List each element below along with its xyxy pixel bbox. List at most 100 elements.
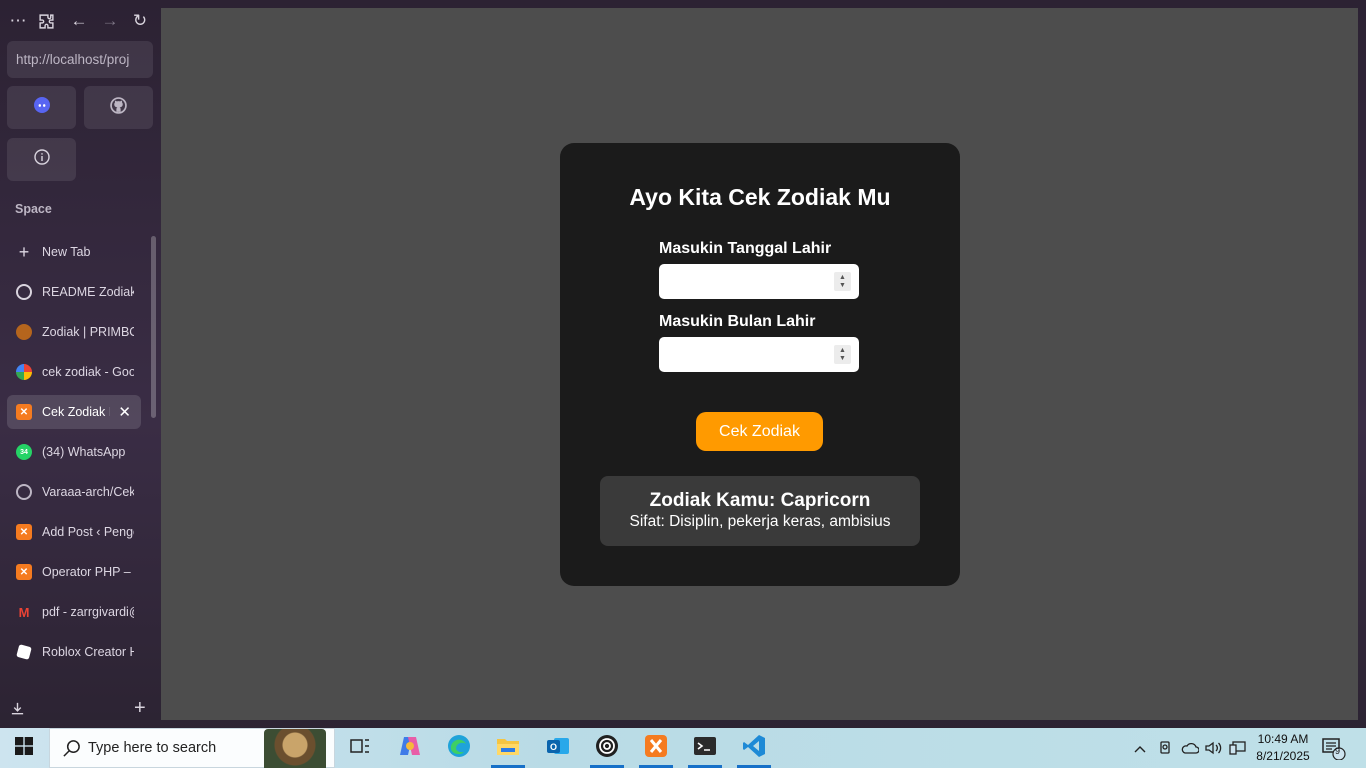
xampp-icon: ✕ xyxy=(16,524,32,540)
download-icon[interactable] xyxy=(10,701,25,721)
tab-title: Add Post ‹ Penge xyxy=(42,525,134,539)
vscode-icon xyxy=(742,734,766,763)
sidebar-scrollbar[interactable] xyxy=(151,236,156,418)
tab-title: Cek Zodiak I xyxy=(42,405,110,419)
task-view-icon xyxy=(350,737,370,760)
onedrive-icon[interactable] xyxy=(1179,728,1201,768)
tab-title: cek zodiak - Goog xyxy=(42,365,134,379)
plus-icon: + xyxy=(18,241,30,262)
openai-icon xyxy=(16,284,32,300)
tab-title: pdf - zarrgivardi@ xyxy=(42,605,134,619)
month-input[interactable]: ▲ ▼ xyxy=(659,337,859,372)
github-icon xyxy=(110,96,127,119)
whatsapp-icon: 34 xyxy=(16,444,32,460)
start-button[interactable] xyxy=(0,728,48,768)
notification-icon xyxy=(1322,738,1346,761)
notification-center-button[interactable]: 9 xyxy=(1322,738,1346,765)
gmail-icon: M xyxy=(18,604,30,620)
extensions-icon[interactable] xyxy=(34,8,58,34)
vscode-button[interactable] xyxy=(733,728,775,768)
info-icon xyxy=(33,149,50,170)
new-tab-button[interactable]: + New Tab xyxy=(7,235,141,269)
terminal-button[interactable] xyxy=(684,728,726,768)
copilot-icon xyxy=(398,735,422,762)
page-title: Ayo Kita Cek Zodiak Mu xyxy=(629,184,891,210)
tab-item[interactable]: Mpdf - zarrgivardi@ xyxy=(7,595,141,629)
pinned-github[interactable] xyxy=(84,86,153,129)
xampp-icon xyxy=(644,734,668,763)
tab-item[interactable]: README Zodiak I xyxy=(7,275,141,309)
page-viewport: Ayo Kita Cek Zodiak Mu Masukin Tanggal L… xyxy=(161,8,1358,720)
month-label: Masukin Bulan Lahir xyxy=(659,313,816,330)
search-icon xyxy=(62,739,81,762)
outlook-icon: O xyxy=(546,735,570,762)
day-label: Masukin Tanggal Lahir xyxy=(659,240,832,257)
roblox-icon xyxy=(16,644,32,660)
tab-title: README Zodiak I xyxy=(42,285,134,299)
zodiac-card: Ayo Kita Cek Zodiak Mu Masukin Tanggal L… xyxy=(560,143,960,586)
tab-item[interactable]: Varaaa-arch/Cek- xyxy=(7,475,141,509)
windows-icon xyxy=(15,736,33,760)
svg-text:O: O xyxy=(550,742,557,752)
browser-toolbar: ⋯ ← → ↻ xyxy=(0,8,161,34)
tab-title: Roblox Creator H xyxy=(42,645,134,659)
search-highlight-image xyxy=(264,729,326,768)
pinned-discord[interactable] xyxy=(7,86,76,129)
clock-time: 10:49 AM xyxy=(1257,732,1309,746)
address-bar[interactable]: http://localhost/proj xyxy=(7,41,153,78)
tab-title: Operator PHP – F xyxy=(42,565,134,579)
volume-icon[interactable] xyxy=(1203,728,1223,768)
outlook-button[interactable]: O xyxy=(537,728,579,768)
obs-button[interactable] xyxy=(586,728,628,768)
tab-item[interactable]: ✕ Operator PHP – F xyxy=(7,555,141,589)
folder-icon xyxy=(496,736,520,761)
result-description: Sifat: Disiplin, pekerja keras, ambisius xyxy=(629,513,891,530)
forward-icon[interactable]: → xyxy=(98,8,122,34)
tab-title: Zodiak | PRIMBON xyxy=(42,325,134,339)
new-tab-label: New Tab xyxy=(42,245,91,259)
xampp-icon: ✕ xyxy=(16,564,32,580)
month-stepper-icon[interactable]: ▲ ▼ xyxy=(834,345,851,364)
result-box: Zodiak Kamu: Capricorn Sifat: Disiplin, … xyxy=(600,476,920,546)
add-icon[interactable]: + xyxy=(134,697,146,720)
day-input[interactable]: ▲ ▼ xyxy=(659,264,859,299)
tab-item[interactable]: 34 (34) WhatsApp xyxy=(7,435,141,469)
pinned-info[interactable] xyxy=(7,138,76,181)
tab-item[interactable]: cek zodiak - Goog xyxy=(7,355,141,389)
tab-item[interactable]: Zodiak | PRIMBON xyxy=(7,315,141,349)
meet-now-icon[interactable] xyxy=(1155,728,1175,768)
show-hidden-icons[interactable] xyxy=(1130,728,1150,768)
tab-item[interactable]: ✕ Cek Zodiak I ✕ xyxy=(7,395,141,429)
space-label: Space xyxy=(15,202,52,216)
copilot-button[interactable] xyxy=(389,728,431,768)
reload-icon[interactable]: ↻ xyxy=(128,8,152,34)
task-view-button[interactable] xyxy=(339,728,381,768)
system-clock[interactable]: 10:49 AM 8/21/2025 xyxy=(1246,731,1320,765)
google-icon xyxy=(16,364,32,380)
primbon-icon xyxy=(16,324,32,340)
edge-button[interactable] xyxy=(438,728,480,768)
edge-icon xyxy=(447,734,471,763)
more-menu-icon[interactable]: ⋯ xyxy=(6,8,30,34)
terminal-icon xyxy=(693,736,717,761)
check-zodiac-button[interactable]: Cek Zodiak xyxy=(696,412,823,451)
back-icon[interactable]: ← xyxy=(67,8,91,34)
file-explorer-button[interactable] xyxy=(487,728,529,768)
chevron-up-icon xyxy=(1134,740,1146,756)
network-icon[interactable] xyxy=(1226,728,1248,768)
result-title: Zodiak Kamu: Capricorn xyxy=(649,490,871,511)
xampp-icon: ✕ xyxy=(16,404,32,420)
notification-count: 9 xyxy=(1335,746,1341,756)
taskbar: Type here to search O 10:49 AM 8/21/2025… xyxy=(0,728,1366,768)
xampp-button[interactable] xyxy=(635,728,677,768)
tab-item[interactable]: Roblox Creator H xyxy=(7,635,141,669)
browser-sidebar: ⋯ ← → ↻ http://localhost/proj Space + Ne… xyxy=(0,0,161,728)
close-icon[interactable]: ✕ xyxy=(118,403,131,421)
github-icon xyxy=(16,484,32,500)
tab-title: (34) WhatsApp xyxy=(42,445,126,459)
taskbar-search[interactable]: Type here to search xyxy=(49,728,335,768)
obs-icon xyxy=(595,734,619,763)
tab-item[interactable]: ✕ Add Post ‹ Penge xyxy=(7,515,141,549)
day-stepper-icon[interactable]: ▲ ▼ xyxy=(834,272,851,291)
clock-date: 8/21/2025 xyxy=(1256,749,1310,763)
